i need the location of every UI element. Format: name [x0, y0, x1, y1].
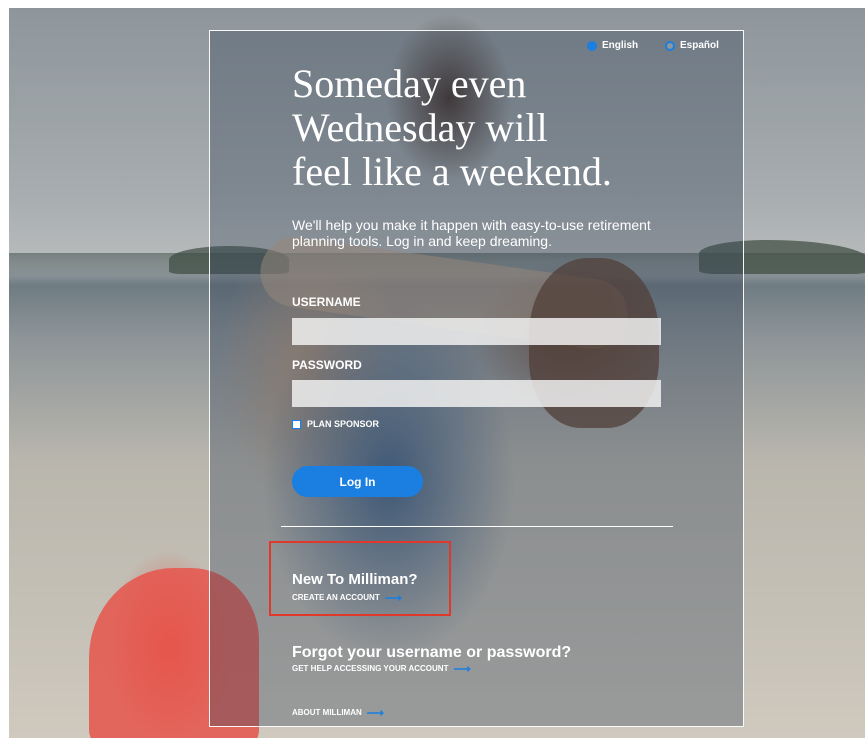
forgot-credentials-title: Forgot your username or password? — [292, 644, 572, 661]
username-label: USERNAME — [292, 295, 361, 309]
password-input[interactable] — [292, 380, 661, 407]
username-input[interactable] — [292, 318, 661, 345]
get-help-link[interactable]: GET HELP ACCESSING YOUR ACCOUNT ⟶ — [292, 661, 471, 676]
language-spanish-label: Español — [680, 40, 719, 51]
about-milliman-link[interactable]: ABOUT MILLIMAN ⟶ — [292, 705, 384, 720]
about-milliman-label: ABOUT MILLIMAN — [292, 708, 362, 717]
new-user-title: New To Milliman? — [292, 571, 418, 588]
language-option-spanish[interactable]: Español — [665, 40, 719, 51]
section-divider — [281, 526, 673, 527]
headline-line-3: feel like a weekend. — [292, 149, 612, 194]
radio-unselected-icon[interactable] — [665, 40, 675, 51]
create-account-link[interactable]: CREATE AN ACCOUNT ⟶ — [292, 590, 402, 605]
radio-selected-icon[interactable] — [587, 40, 597, 51]
checkbox-icon[interactable] — [292, 419, 301, 429]
arrow-right-icon: ⟶ — [384, 590, 402, 605]
headline-line-1: Someday even — [292, 61, 527, 106]
create-account-label: CREATE AN ACCOUNT — [292, 593, 380, 602]
plan-sponsor-label: PLAN SPONSOR — [307, 419, 380, 429]
arrow-right-icon: ⟶ — [366, 705, 384, 720]
page-headline: Someday even Wednesday will feel like a we… — [292, 62, 672, 194]
password-label: PASSWORD — [292, 358, 362, 372]
login-button[interactable]: Log In — [292, 466, 423, 497]
plan-sponsor-option[interactable]: PLAN SPONSOR — [292, 419, 379, 429]
language-option-english[interactable]: English — [587, 40, 638, 51]
language-english-label: English — [602, 40, 639, 51]
get-help-label: GET HELP ACCESSING YOUR ACCOUNT — [292, 664, 449, 673]
headline-line-2: Wednesday will — [292, 105, 548, 150]
arrow-right-icon: ⟶ — [453, 661, 471, 676]
page-subhead: We'll help you make it happen with easy-… — [292, 217, 651, 249]
